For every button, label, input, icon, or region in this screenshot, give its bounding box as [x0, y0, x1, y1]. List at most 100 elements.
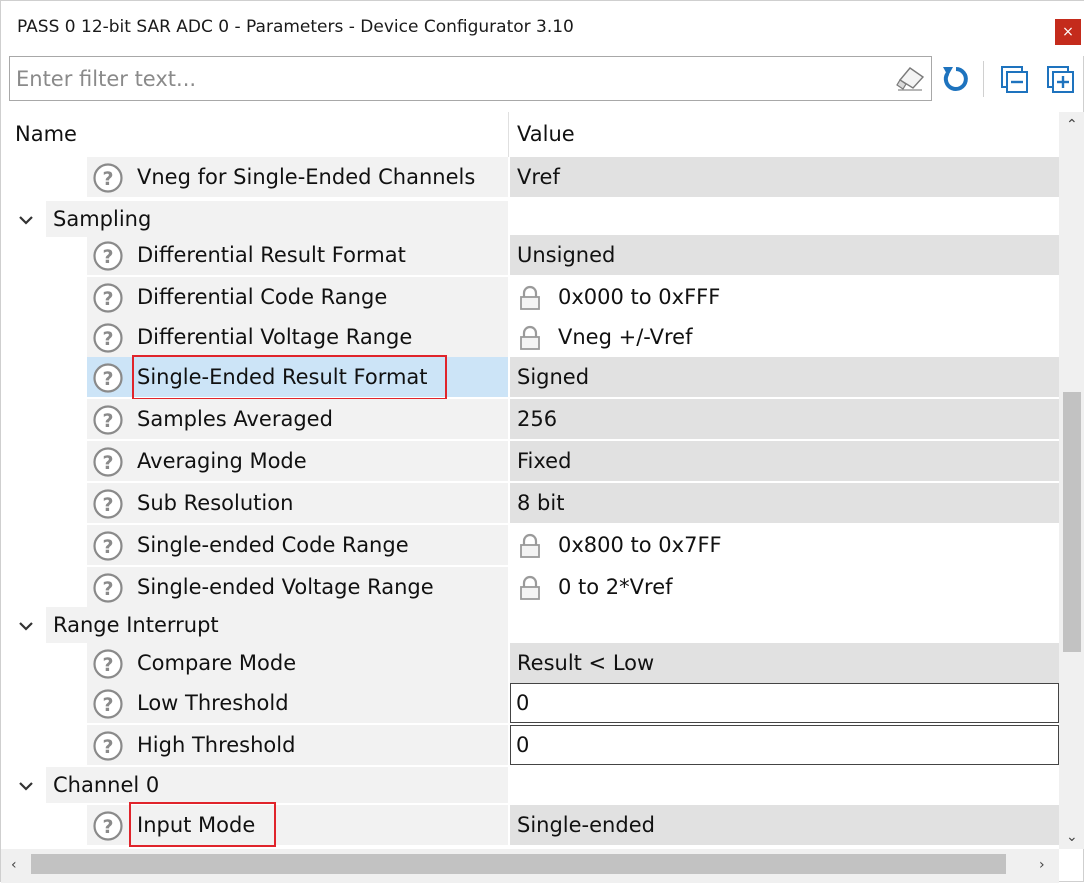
parameter-row[interactable]: ? Compare Mode Result < Low	[1, 643, 1059, 685]
parameter-label: Differential Code Range	[137, 285, 388, 309]
scroll-right-arrow[interactable]: ›	[1039, 858, 1045, 872]
highlight-box	[132, 355, 447, 400]
parameter-label: Low Threshold	[137, 691, 289, 715]
column-divider[interactable]	[508, 112, 509, 157]
svg-text:?: ?	[102, 246, 113, 268]
scroll-down-arrow[interactable]: ⌄	[1066, 830, 1078, 844]
group-row[interactable]: Range Interrupt	[1, 607, 1059, 645]
close-button[interactable]: ×	[1055, 19, 1081, 45]
help-icon[interactable]: ?	[92, 446, 124, 478]
parameter-row[interactable]: ? Sub Resolution 8 bit	[1, 483, 1059, 525]
parameter-row[interactable]: ? Differential Result Format Unsigned	[1, 235, 1059, 277]
scroll-up-arrow[interactable]: ⌃	[1066, 118, 1078, 132]
svg-text:?: ?	[102, 168, 113, 190]
parameter-label: Averaging Mode	[137, 449, 307, 473]
filter-field[interactable]	[9, 56, 932, 101]
expand-all-icon[interactable]	[1045, 64, 1075, 94]
svg-text:?: ?	[102, 578, 113, 600]
parameter-value-input[interactable]: 0	[510, 683, 1059, 723]
value-column-header[interactable]: Value	[517, 122, 575, 146]
help-icon[interactable]: ?	[92, 322, 124, 354]
parameter-value-dropdown[interactable]: 256	[510, 399, 1059, 439]
parameter-label: High Threshold	[137, 733, 296, 757]
parameter-value-dropdown[interactable]: Signed	[510, 357, 1059, 397]
scroll-left-arrow[interactable]: ‹	[11, 858, 17, 872]
group-row[interactable]: Channel 0	[1, 767, 1059, 805]
parameter-label: Compare Mode	[137, 651, 297, 675]
parameter-row[interactable]: ? Input Mode Single-ended	[1, 802, 1059, 847]
collapse-all-icon[interactable]	[999, 64, 1029, 94]
parameter-value-dropdown[interactable]: Fixed	[510, 441, 1059, 481]
help-icon[interactable]: ?	[92, 282, 124, 314]
lock-icon	[520, 575, 540, 600]
group-label: Sampling	[53, 207, 152, 231]
vertical-scrollbar[interactable]: ⌃ ⌄	[1059, 112, 1084, 849]
svg-text:?: ?	[102, 654, 113, 676]
parameter-label: Samples Averaged	[137, 407, 333, 431]
parameter-row[interactable]: ? Differential Voltage Range Vneg +/-Vref	[1, 317, 1059, 359]
svg-text:?: ?	[102, 694, 113, 716]
toolbar-separator	[983, 61, 984, 97]
refresh-icon[interactable]	[941, 64, 971, 94]
help-icon[interactable]: ?	[92, 810, 124, 842]
chevron-down-icon[interactable]	[15, 775, 37, 797]
help-icon[interactable]: ?	[92, 240, 124, 272]
lock-icon	[520, 533, 540, 558]
vertical-scroll-thumb[interactable]	[1063, 392, 1081, 652]
svg-text:?: ?	[102, 536, 113, 558]
highlight-box	[129, 802, 276, 847]
svg-text:?: ?	[102, 816, 113, 838]
group-row[interactable]: Sampling	[1, 201, 1059, 239]
lock-icon	[520, 285, 540, 310]
help-icon[interactable]: ?	[92, 572, 124, 604]
eraser-icon[interactable]	[896, 66, 926, 92]
help-icon[interactable]: ?	[92, 730, 124, 762]
parameter-value-dropdown[interactable]: Vref	[510, 157, 1059, 197]
lock-icon	[520, 325, 540, 350]
help-icon[interactable]: ?	[92, 488, 124, 520]
help-icon[interactable]: ?	[92, 648, 124, 680]
parameter-row[interactable]: ? Vneg for Single-Ended Channels Vref	[1, 157, 1059, 199]
parameter-grid: ? Vneg for Single-Ended Channels Vref Sampl…	[1, 157, 1059, 848]
help-icon[interactable]: ?	[92, 688, 124, 720]
parameter-row[interactable]: ? High Threshold 0	[1, 725, 1059, 767]
parameter-row[interactable]: ? Averaging Mode Fixed	[1, 441, 1059, 483]
window-title: PASS 0 12-bit SAR ADC 0 - Parameters - D…	[17, 17, 574, 37]
svg-text:?: ?	[102, 328, 113, 350]
filter-input[interactable]	[10, 57, 870, 100]
parameter-row[interactable]: ? Single-Ended Result Format Signed	[1, 355, 1059, 400]
help-icon[interactable]: ?	[92, 530, 124, 562]
parameter-value-dropdown[interactable]: Unsigned	[510, 235, 1059, 275]
help-icon[interactable]: ?	[92, 404, 124, 436]
parameter-label: Single-ended Voltage Range	[137, 575, 434, 599]
parameter-value-dropdown[interactable]: Result < Low	[510, 643, 1059, 683]
group-label: Range Interrupt	[53, 613, 219, 637]
svg-text:?: ?	[102, 288, 113, 310]
parameter-row[interactable]: ? Single-ended Voltage Range 0 to 2*Vref	[1, 567, 1059, 609]
svg-text:?: ?	[102, 494, 113, 516]
parameter-row[interactable]: ? Single-ended Code Range 0x800 to 0x7FF	[1, 525, 1059, 567]
parameter-value-dropdown[interactable]: Single-ended	[510, 805, 1059, 845]
name-column-header[interactable]: Name	[15, 122, 77, 146]
help-icon[interactable]: ?	[92, 162, 124, 194]
parameter-label: Single-ended Code Range	[137, 533, 409, 557]
parameter-row[interactable]: ? Samples Averaged 256	[1, 399, 1059, 441]
parameter-value-readonly: 0 to 2*Vref	[510, 567, 1059, 607]
parameter-label: Vneg for Single-Ended Channels	[137, 165, 476, 189]
parameter-value-readonly: Vneg +/-Vref	[510, 317, 1059, 357]
column-header: Name Value	[1, 112, 1059, 157]
group-label: Channel 0	[53, 773, 160, 797]
horizontal-scrollbar[interactable]: ‹ ›	[1, 849, 1059, 883]
parameter-value-readonly: 0x000 to 0xFFF	[510, 277, 1059, 317]
parameter-value-input[interactable]: 0	[510, 725, 1059, 765]
chevron-down-icon[interactable]	[15, 209, 37, 231]
parameter-row[interactable]: ? Differential Code Range 0x000 to 0xFFF	[1, 277, 1059, 319]
device-configurator-window: PASS 0 12-bit SAR ADC 0 - Parameters - D…	[0, 0, 1084, 883]
title-bar: PASS 0 12-bit SAR ADC 0 - Parameters - D…	[1, 1, 1084, 56]
parameter-value-dropdown[interactable]: 8 bit	[510, 483, 1059, 523]
help-icon[interactable]: ?	[92, 362, 124, 394]
chevron-down-icon[interactable]	[15, 615, 37, 637]
parameter-row[interactable]: ? Low Threshold 0	[1, 683, 1059, 725]
svg-text:?: ?	[102, 736, 113, 758]
horizontal-scroll-thumb[interactable]	[31, 854, 1006, 874]
